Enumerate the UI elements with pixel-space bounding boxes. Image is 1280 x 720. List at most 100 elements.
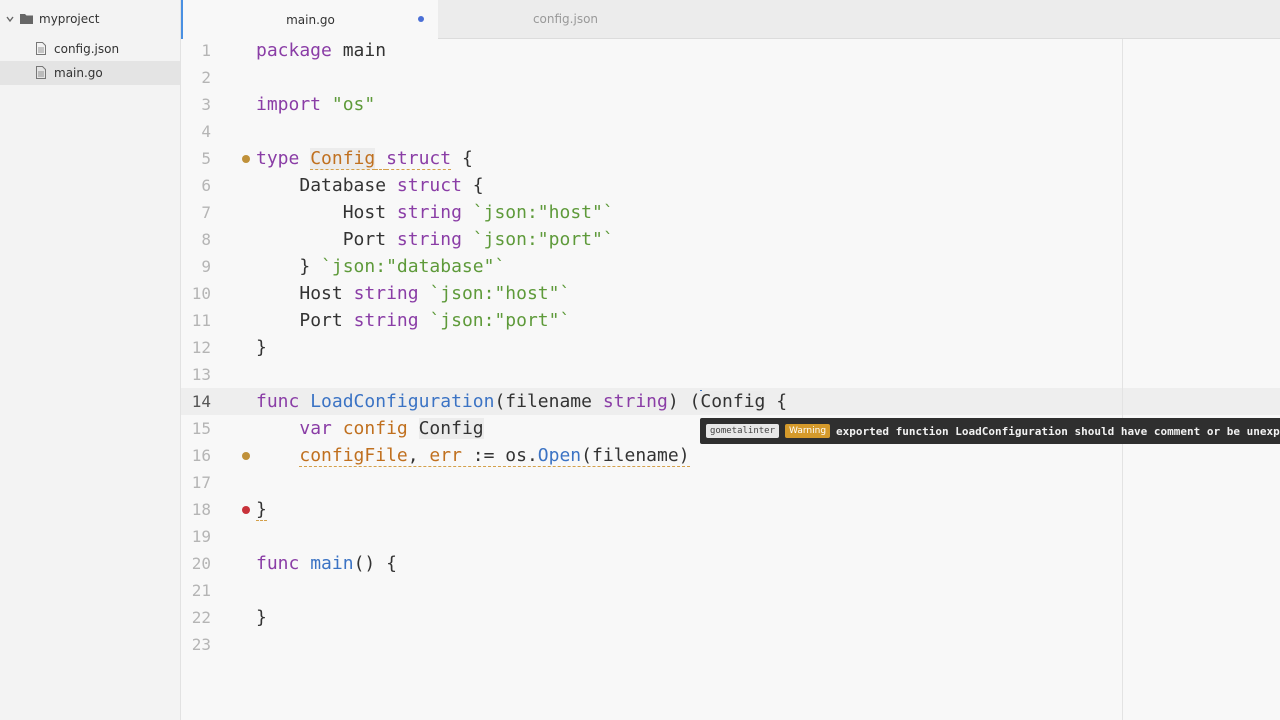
keyword: string: [396, 202, 462, 223]
code-editor[interactable]: 1 package main 2 3 import "os" 4 5 type …: [181, 39, 1280, 720]
tab-label: config.json: [532, 12, 599, 26]
linter-badge: gometalinter: [706, 424, 780, 438]
field-name: Port: [299, 310, 343, 331]
punctuation: {: [461, 175, 484, 196]
code-line: 4: [181, 118, 1280, 145]
keyword: string: [602, 391, 668, 412]
line-number: 13: [191, 365, 211, 384]
line-number: 23: [191, 635, 211, 654]
code-line: 6 Database struct {: [181, 172, 1280, 199]
line-number: 11: [191, 311, 211, 330]
keyword: var: [299, 418, 332, 439]
project-name: myproject: [39, 12, 100, 26]
code-text[interactable]: }: [256, 334, 267, 361]
line-number: 12: [191, 338, 211, 357]
code-text[interactable]: func main() {: [256, 550, 397, 577]
variable: config: [342, 418, 408, 439]
code-line: 18 }: [181, 496, 1280, 523]
code-line: 7 Host string `json:"host"`: [181, 199, 1280, 226]
code-line: 1 package main: [181, 37, 1280, 64]
code-text[interactable]: } `json:"database"`: [256, 253, 505, 280]
function-name: LoadConfiguration: [310, 391, 495, 412]
lint-tooltip: gometalinter Warning exported function L…: [700, 418, 1280, 444]
line-number: 7: [201, 203, 211, 222]
punctuation: {: [765, 391, 788, 412]
line-number: 1: [201, 41, 211, 60]
code-line: 23: [181, 631, 1280, 658]
code-line: 11 Port string `json:"port"`: [181, 307, 1280, 334]
code-line: 19: [181, 523, 1280, 550]
code-text[interactable]: configFile, err := os.Open(filename): [256, 442, 690, 469]
warning-badge: Warning: [785, 424, 831, 438]
operator: := os.: [461, 445, 538, 466]
file-icon: [36, 42, 46, 55]
tree-item-myproject[interactable]: myproject: [0, 7, 180, 31]
modified-indicator: [418, 16, 424, 22]
line-number: 22: [191, 608, 211, 627]
variable: configFile: [299, 445, 408, 466]
line-number: 8: [201, 230, 211, 249]
line-number: 6: [201, 176, 211, 195]
punctuation: }: [256, 607, 267, 628]
arguments: (filename): [581, 445, 690, 466]
code-text[interactable]: Database struct {: [256, 172, 484, 199]
struct-tag: `json:"host"`: [429, 283, 571, 304]
code-text[interactable]: func LoadConfiguration(filename string) …: [256, 388, 787, 415]
line-number: 18: [191, 500, 211, 519]
struct-tag: `json:"database"`: [321, 256, 506, 277]
code-line: 12 }: [181, 334, 1280, 361]
line-number: 21: [191, 581, 211, 600]
line-number: 10: [191, 284, 211, 303]
keyword: type: [256, 148, 300, 169]
code-text[interactable]: package main: [256, 37, 386, 64]
line-number: 15: [191, 419, 211, 438]
keyword: func: [256, 391, 300, 412]
code-line: 8 Port string `json:"port"`: [181, 226, 1280, 253]
keyword: func: [256, 553, 300, 574]
punctuation: }: [299, 256, 311, 277]
tab-main-go[interactable]: main.go: [181, 0, 438, 39]
code-text[interactable]: var config Config: [256, 415, 484, 442]
identifier: main: [331, 40, 387, 61]
line-number: 2: [201, 68, 211, 87]
keyword: import: [256, 94, 322, 115]
code-line: 22 }: [181, 604, 1280, 631]
tree-item-config-json[interactable]: config.json: [0, 37, 180, 61]
keyword: string: [353, 310, 419, 331]
code-text[interactable]: import "os": [256, 91, 375, 118]
file-icon: [36, 66, 46, 79]
code-line: 9 } `json:"database"`: [181, 253, 1280, 280]
tab-label: main.go: [286, 12, 335, 27]
field-name: Host: [299, 283, 343, 304]
code-text[interactable]: }: [256, 496, 267, 523]
line-number: 16: [191, 446, 211, 465]
error-marker-icon[interactable]: [242, 506, 250, 514]
punctuation: }: [256, 337, 267, 358]
code-line: 17: [181, 469, 1280, 496]
punctuation: () {: [353, 553, 397, 574]
code-text[interactable]: }: [256, 604, 267, 631]
code-text[interactable]: Host string `json:"host"`: [256, 280, 570, 307]
line-number: 17: [191, 473, 211, 492]
code-line: 2: [181, 64, 1280, 91]
tree-item-main-go[interactable]: main.go: [0, 61, 180, 85]
code-text[interactable]: Port string `json:"port"`: [256, 307, 570, 334]
warning-marker-icon[interactable]: [242, 452, 250, 460]
code-text[interactable]: Host string `json:"host"`: [256, 199, 614, 226]
function-name: Open: [537, 445, 582, 466]
line-number: 20: [191, 554, 211, 573]
keyword: string: [353, 283, 419, 304]
punctuation: ,: [407, 445, 430, 466]
file-tree-sidebar: myproject config.json main.go: [0, 0, 181, 720]
tab-config-json[interactable]: config.json: [438, 0, 693, 38]
code-text[interactable]: Port string `json:"port"`: [256, 226, 614, 253]
chevron-down-icon[interactable]: [6, 15, 14, 23]
line-number: 4: [201, 122, 211, 141]
field-name: Database: [299, 175, 387, 196]
keyword: struct: [396, 175, 462, 196]
parameter: filename: [505, 391, 592, 412]
line-number: 3: [201, 95, 211, 114]
line-number: 9: [201, 257, 211, 276]
warning-marker-icon[interactable]: [242, 155, 250, 163]
code-text[interactable]: type Config struct {: [256, 145, 473, 172]
